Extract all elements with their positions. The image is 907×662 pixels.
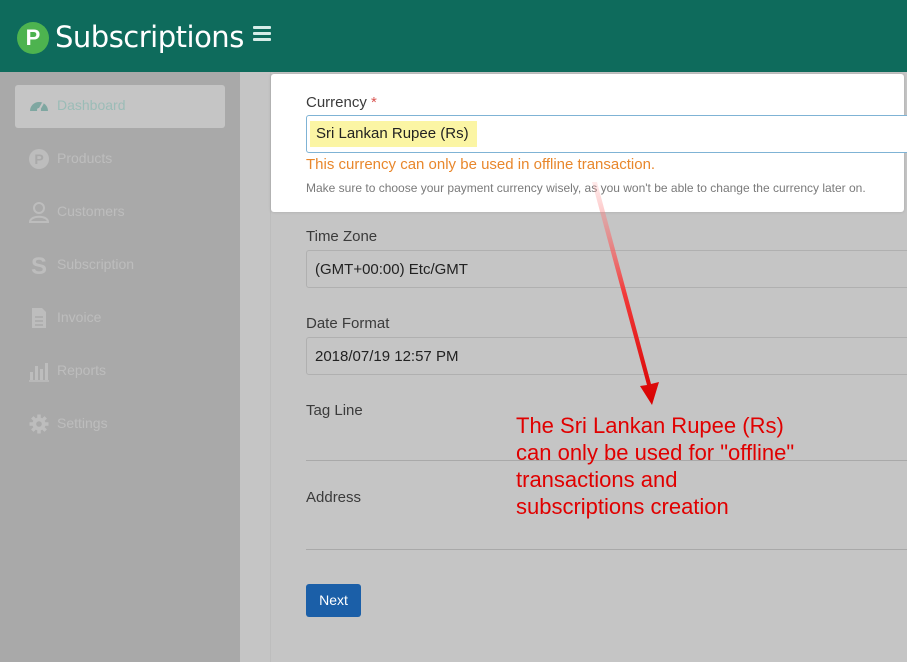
required-mark: * (371, 94, 377, 111)
date-format-label: Date Format (306, 315, 390, 332)
date-format-select[interactable]: 2018/07/19 12:57 PM (306, 337, 907, 375)
sidebar-item-label: Invoice (57, 309, 102, 325)
subscription-s-icon: S (31, 254, 47, 276)
dashboard-gauge-icon (30, 102, 48, 112)
annotation-line: transactions and (516, 467, 678, 492)
sidebar-item-reports[interactable]: Reports (15, 350, 225, 393)
reports-bar-chart-icon (29, 363, 49, 382)
app-title: Subscriptions (55, 20, 244, 54)
sidebar-item-label: Products (57, 150, 113, 166)
sidebar-item-invoice[interactable]: Invoice (15, 297, 225, 340)
products-p-icon: P (29, 149, 49, 169)
sidebar-item-dashboard[interactable]: Dashboard (15, 85, 225, 128)
svg-text:P: P (34, 151, 43, 167)
sidebar-item-label: Reports (57, 362, 107, 378)
annotation-line: subscriptions creation (516, 494, 729, 519)
tag-line-label: Tag Line (306, 402, 363, 419)
top-bar: P Subscriptions (0, 0, 907, 72)
sidebar-item-products[interactable]: P Products (15, 138, 225, 181)
sidebar-item-customers[interactable]: Customers (15, 191, 225, 234)
sidebar-item-label: Settings (57, 415, 108, 431)
address-input[interactable] (306, 549, 907, 550)
app-logo[interactable]: P (17, 22, 49, 54)
sidebar-item-label: Subscription (57, 256, 135, 272)
next-button[interactable]: Next (306, 584, 361, 617)
annotation-line: The Sri Lankan Rupee (Rs) (516, 413, 784, 438)
settings-gear-icon (29, 414, 49, 434)
currency-hint: Make sure to choose your payment currenc… (306, 181, 866, 195)
address-label: Address (306, 489, 362, 506)
currency-card: Currency * Sri Lankan Rupee (Rs) This cu… (271, 74, 907, 212)
sidebar: Dashboard P Products Customers S Subscri… (0, 72, 240, 662)
sidebar-item-label: Customers (57, 203, 125, 219)
annotation-line: can only be used for "offline" (516, 440, 795, 465)
currency-label-text: Currency (306, 94, 367, 111)
logo-letter: P (25, 25, 41, 50)
currency-label: Currency * (306, 94, 377, 111)
invoice-document-icon (32, 308, 46, 328)
annotation-callout: The Sri Lankan Rupee (Rs) can only be us… (516, 412, 794, 520)
customers-user-icon (28, 202, 50, 223)
svg-text:S: S (31, 254, 47, 276)
currency-select[interactable]: Sri Lankan Rupee (Rs) (306, 115, 907, 153)
currency-warning: This currency can only be used in offlin… (306, 156, 656, 173)
sidebar-item-settings[interactable]: Settings (15, 403, 225, 446)
currency-value: Sri Lankan Rupee (Rs) (310, 121, 477, 147)
hamburger-menu-icon[interactable] (253, 26, 271, 41)
sidebar-item-subscription[interactable]: S Subscription (15, 244, 225, 287)
sidebar-item-label: Dashboard (57, 97, 126, 113)
time-zone-label: Time Zone (306, 228, 378, 245)
time-zone-select[interactable]: (GMT+00:00) Etc/GMT (306, 250, 907, 288)
